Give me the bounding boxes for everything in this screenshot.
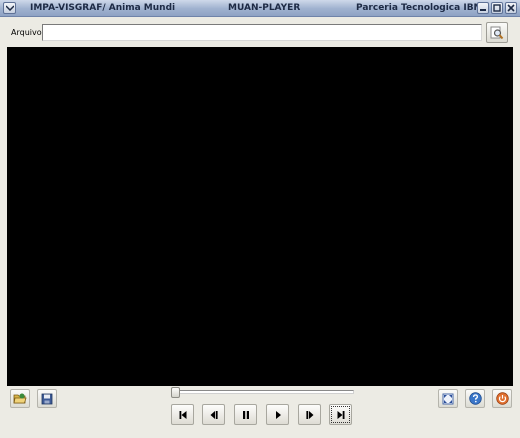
window-title: MUAN-PLAYER <box>228 3 301 13</box>
skip-to-start-button[interactable] <box>171 404 194 425</box>
skip-to-end-button[interactable] <box>329 404 352 425</box>
skip-to-start-icon <box>179 410 186 419</box>
help-icon <box>468 392 482 405</box>
open-file-button[interactable] <box>10 389 30 408</box>
search-icon <box>490 26 504 39</box>
title-bar[interactable]: IMPA-VISGRAF/ Anima Mundi MUAN-PLAYER Pa… <box>0 0 520 17</box>
open-folder-icon <box>13 393 27 404</box>
help-button[interactable] <box>465 389 485 408</box>
skip-to-end-icon <box>337 410 344 419</box>
play-button[interactable] <box>266 404 289 425</box>
step-forward-icon <box>305 410 313 419</box>
minimize-icon <box>480 9 486 11</box>
power-button[interactable] <box>492 389 512 408</box>
progress-slider-thumb[interactable] <box>171 387 180 398</box>
title-right: Parceria Tecnologica IBM <box>356 3 483 13</box>
chevron-down-icon <box>5 5 14 11</box>
file-label: Arquivo: <box>11 28 45 37</box>
fullscreen-icon <box>442 393 454 404</box>
title-left: IMPA-VISGRAF/ Anima Mundi <box>30 3 176 13</box>
save-button[interactable] <box>37 389 57 408</box>
maximize-icon <box>493 4 501 12</box>
pause-button[interactable] <box>234 404 257 425</box>
progress-track[interactable] <box>178 390 354 394</box>
file-path-input[interactable] <box>42 24 482 41</box>
browse-button[interactable] <box>486 22 508 43</box>
pause-icon <box>242 410 249 419</box>
save-icon <box>41 393 53 404</box>
video-display[interactable] <box>7 47 513 386</box>
minimize-button[interactable] <box>477 2 489 14</box>
power-icon <box>495 392 509 405</box>
step-back-icon <box>210 410 218 419</box>
step-back-button[interactable] <box>202 404 225 425</box>
step-forward-button[interactable] <box>298 404 321 425</box>
window-menu-button[interactable] <box>3 2 16 14</box>
maximize-button[interactable] <box>491 2 503 14</box>
play-icon <box>275 410 281 419</box>
close-icon <box>507 4 515 12</box>
fullscreen-button[interactable] <box>438 389 458 408</box>
close-button[interactable] <box>505 2 517 14</box>
